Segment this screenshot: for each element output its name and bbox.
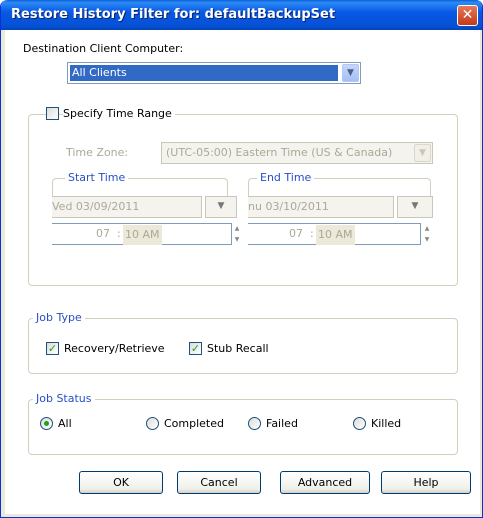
ok-button[interactable]: OK <box>79 471 163 494</box>
end-minute: 10 AM <box>316 225 355 245</box>
destination-selected-value: All Clients <box>70 65 338 81</box>
job-type-title: Job Type <box>33 311 85 324</box>
dialog-content: Destination Client Computer: All Clients… <box>5 30 480 514</box>
specify-time-range-checkbox[interactable] <box>46 107 59 120</box>
timezone-value: (UTC-05:00) Eastern Time (US & Canada) <box>166 146 393 159</box>
end-hour: 07 <box>289 227 303 240</box>
destination-label: Destination Client Computer: <box>23 42 184 55</box>
end-date-field[interactable]: nu 03/10/2011 <box>248 196 394 218</box>
radio-selected-dot <box>44 421 49 426</box>
check-icon: ✓ <box>190 342 201 355</box>
start-hour: 07 <box>96 227 110 240</box>
end-time-spinner[interactable]: ▲ ▼ <box>422 223 432 245</box>
stub-recall-label: Stub Recall <box>207 342 269 355</box>
status-all-label: All <box>58 417 72 430</box>
recovery-retrieve-label: Recovery/Retrieve <box>64 342 165 355</box>
specify-time-range-label: Specify Time Range <box>63 107 175 120</box>
title-bar[interactable]: Restore History Filter for: defaultBacku… <box>1 0 482 30</box>
start-minute: 10 AM <box>123 225 162 245</box>
status-failed-label: Failed <box>266 417 298 430</box>
start-time-field[interactable]: 07 : 10 AM <box>52 223 232 245</box>
end-date-dropdown[interactable]: ▼ <box>397 196 433 218</box>
spin-down-icon[interactable]: ▼ <box>232 234 242 245</box>
window-title: Restore History Filter for: defaultBacku… <box>11 7 336 22</box>
chevron-down-icon[interactable]: ▼ <box>399 198 431 216</box>
help-button[interactable]: Help <box>381 471 471 494</box>
start-date-dropdown[interactable]: ▼ <box>205 196 237 218</box>
end-time-field[interactable]: 07 : 10 AM <box>248 223 421 245</box>
stub-recall-checkbox[interactable]: ✓ <box>189 342 202 355</box>
status-all-radio[interactable] <box>40 417 53 430</box>
end-colon: : <box>310 227 314 240</box>
start-colon: : <box>117 227 121 240</box>
end-date-value: nu 03/10/2011 <box>248 200 329 213</box>
end-time-title: End Time <box>257 171 315 184</box>
start-time-spinner[interactable]: ▲ ▼ <box>232 223 242 245</box>
job-status-title: Job Status <box>33 392 95 405</box>
spin-up-icon[interactable]: ▲ <box>422 223 432 234</box>
timezone-select[interactable]: (UTC-05:00) Eastern Time (US & Canada) ▼ <box>161 142 433 164</box>
status-killed-label: Killed <box>371 417 402 430</box>
check-icon: ✓ <box>47 342 58 355</box>
start-date-value: Ved 03/09/2011 <box>52 200 140 213</box>
destination-client-select[interactable]: All Clients ▼ <box>67 62 361 84</box>
spin-up-icon[interactable]: ▲ <box>232 223 242 234</box>
status-completed-label: Completed <box>164 417 224 430</box>
close-button[interactable]: ✕ <box>457 5 478 26</box>
recovery-retrieve-checkbox[interactable]: ✓ <box>46 342 59 355</box>
start-date-field[interactable]: Ved 03/09/2011 <box>52 196 202 218</box>
status-failed-radio[interactable] <box>248 417 261 430</box>
chevron-down-icon[interactable]: ▼ <box>207 198 235 216</box>
start-time-title: Start Time <box>65 171 129 184</box>
advanced-button[interactable]: Advanced <box>280 471 370 494</box>
status-completed-radio[interactable] <box>146 417 159 430</box>
close-icon: ✕ <box>461 7 474 23</box>
spin-down-icon[interactable]: ▼ <box>422 234 432 245</box>
timezone-label: Time Zone: <box>66 146 129 159</box>
chevron-down-icon[interactable]: ▼ <box>414 144 431 162</box>
cancel-button[interactable]: Cancel <box>177 471 261 494</box>
status-killed-radio[interactable] <box>353 417 366 430</box>
chevron-down-icon[interactable]: ▼ <box>342 64 359 82</box>
dialog-window: Restore History Filter for: defaultBacku… <box>0 0 483 518</box>
